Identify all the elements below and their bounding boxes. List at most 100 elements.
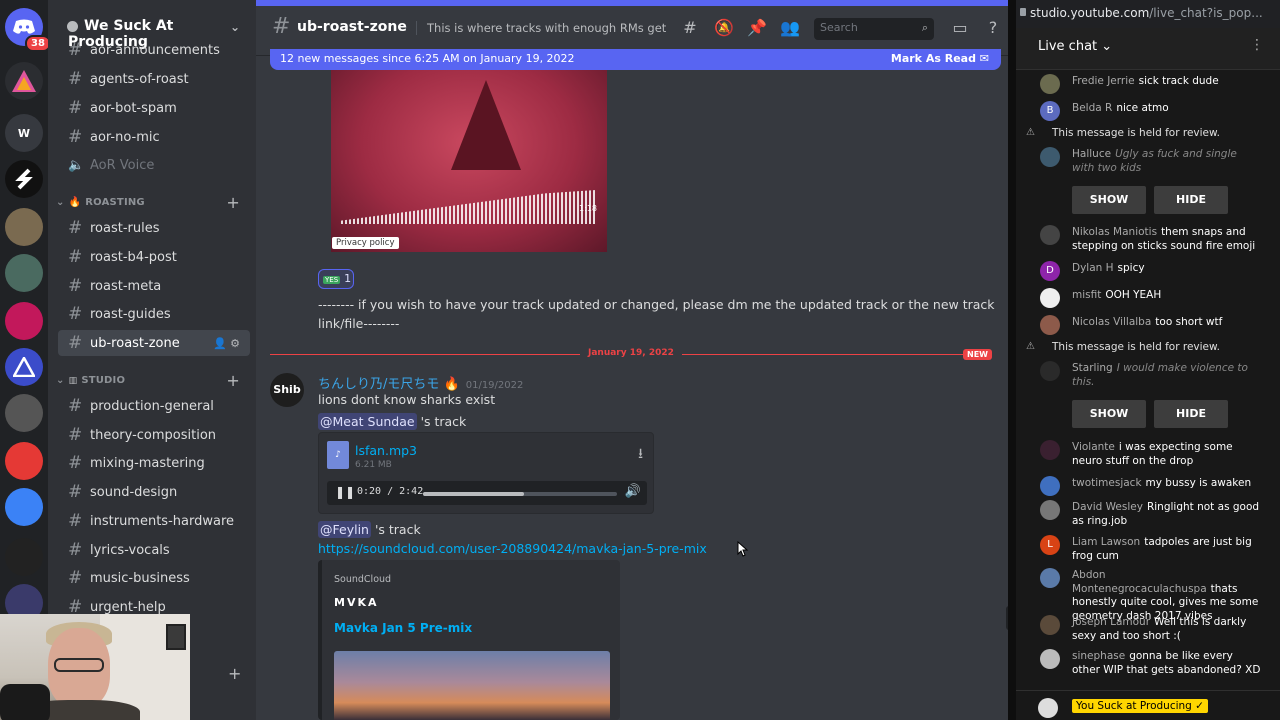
channel-instruments-hardware[interactable]: # instruments-hardware [58,508,250,534]
chat-author[interactable]: misfit [1072,289,1101,301]
user-mention[interactable]: @Meat Sundae [318,413,417,430]
server-icon-red[interactable] [5,442,43,480]
server-icon-s[interactable] [5,160,43,198]
category-roasting[interactable]: ⌄ 🔥 ROASTING + [56,193,246,212]
lock-icon [1020,8,1026,16]
chat-author[interactable]: Liam Lawson [1072,536,1140,548]
hash-icon: # [68,540,83,560]
channel-lyrics-vocals[interactable]: # lyrics-vocals [58,537,250,563]
channel-mixing-mastering[interactable]: # mixing-mastering [58,450,250,476]
browser-url-bar[interactable]: studio.youtube.com/live_chat?is_pop... [1016,0,1280,28]
chevron-down-icon: ⌄ [56,375,65,386]
add-channel-icon[interactable]: + [226,193,240,212]
pause-icon[interactable]: ❚❚ [335,485,355,499]
chat-author[interactable]: sinephase [1072,650,1125,662]
hide-button[interactable]: HIDE [1154,186,1228,214]
show-button[interactable]: SHOW [1072,186,1146,214]
volume-icon[interactable]: 🔊 [625,484,641,499]
invite-and-settings-icons[interactable]: 👤 ⚙ [213,337,240,350]
category-label: STUDIO [81,375,126,386]
avatar[interactable]: Shib [270,373,304,407]
server-icon-portrait[interactable] [5,208,43,246]
chat-author[interactable]: Halluce [1072,148,1111,160]
server-icon-blue-triangle[interactable] [5,348,43,386]
show-button[interactable]: SHOW [1072,400,1146,428]
user-mention[interactable]: @Feylin [318,521,371,538]
chat-author[interactable]: Starling [1072,362,1113,374]
chat-author[interactable]: Joseph Lamour [1072,616,1150,628]
audio-embed-artwork[interactable]: 1:18 [331,70,607,252]
server-icon-wave[interactable] [5,488,43,526]
chat-author[interactable]: Nicolas Villalba [1072,316,1151,328]
channel-ub-roast-zone[interactable]: # ub-roast-zone 👤 ⚙ [58,330,250,356]
channel-production-general[interactable]: # production-general [58,393,250,419]
server-icon-cube[interactable] [5,254,43,292]
chat-author[interactable]: Belda R [1072,102,1112,114]
chat-text: OOH YEAH [1105,289,1162,301]
message-author[interactable]: ちんしり乃/モ尺ちモ 🔥 01/19/2022 [318,373,523,392]
chat-composer: You Suck at Producing ✓ [1016,690,1280,720]
embed-title[interactable]: Mavka Jan 5 Pre-mix [334,621,472,635]
channel-topic[interactable]: This is where tracks with enough RMs get… [416,21,671,35]
live-chat-dropdown[interactable]: Live chat ⌄ [1038,39,1112,54]
inbox-icon[interactable]: ▭ [950,18,970,38]
channel-sound-design[interactable]: # sound-design [58,479,250,505]
member-list-icon[interactable]: 👥 [780,18,800,38]
avatar [1040,440,1060,460]
channel-roast-b4-post[interactable]: # roast-b4-post [58,244,250,270]
webcam-microphone [0,684,50,720]
embed-author[interactable]: MVKA [334,596,379,609]
chat-author[interactable]: twotimesjack [1072,477,1142,489]
channel-label: roast-guides [90,306,171,322]
audio-attachment: ♪ lsfan.mp3 6.21 MB ⭳ ❚❚ 0:20 / 2:42 🔊 [318,432,654,514]
chat-author[interactable]: David Wesley [1072,501,1143,513]
new-messages-bar[interactable]: 12 new messages since 6:25 AM on January… [270,49,1001,70]
reaction-yes[interactable]: YES 1 [318,269,354,289]
url-path: /live_chat?is_pop... [1149,6,1263,20]
category-studio[interactable]: ⌄ ▥ STUDIO + [56,371,246,390]
file-name-link[interactable]: lsfan.mp3 [355,443,417,458]
channel-aor-bot-spam[interactable]: # aor-bot-spam [58,95,250,121]
artwork-waveform [341,190,596,224]
more-options-icon[interactable]: ⋮ [1250,37,1264,53]
server-icon-w[interactable]: W [5,114,43,152]
server-icon-triangle[interactable] [5,62,43,100]
mute-bell-icon[interactable]: 🔕 [714,18,734,38]
channel-aor-announcements[interactable]: # aor-announcements [58,37,250,63]
channel-roast-guides[interactable]: # roast-guides [58,301,250,327]
avatar [1040,476,1060,496]
chat-author[interactable]: Fredie Jerrie [1072,75,1135,87]
channel-theory-composition[interactable]: # theory-composition [58,422,250,448]
channel-agents-of-roast[interactable]: # agents-of-roast [58,66,250,92]
avatar [1040,500,1060,520]
soundcloud-link[interactable]: https://soundcloud.com/user-208890424/ma… [318,541,707,556]
chat-author[interactable]: Violante [1072,441,1115,453]
channel-music-business[interactable]: # music-business [58,565,250,591]
chat-author[interactable]: Dylan H [1072,262,1114,274]
server-icon-grey[interactable] [5,394,43,432]
channel-badge[interactable]: You Suck at Producing ✓ [1072,699,1208,713]
channel-roast-rules[interactable]: # roast-rules [58,215,250,241]
pin-icon[interactable]: 📌 [747,18,767,38]
privacy-policy-link[interactable]: Privacy policy [332,237,399,249]
channel-roast-meta[interactable]: # roast-meta [58,273,250,299]
chat-author[interactable]: Nikolas Maniotis [1072,226,1157,238]
server-icon-dark[interactable] [5,538,43,576]
server-icon-pink[interactable] [5,302,43,340]
threads-icon[interactable]: # [680,18,700,38]
search-input[interactable]: Search ⌕ [814,18,934,40]
seek-bar[interactable] [423,492,617,496]
add-category-icon[interactable]: + [228,664,241,683]
new-messages-divider: January 19, 2022 NEW [270,348,992,360]
help-icon[interactable]: ? [983,18,1003,38]
hide-button[interactable]: HIDE [1154,400,1228,428]
channel-aor-no-mic[interactable]: # aor-no-mic [58,124,250,150]
download-icon[interactable]: ⭳ [638,443,643,467]
voice-channel-aor[interactable]: 🔈 AoR Voice [58,152,250,178]
add-channel-icon[interactable]: + [226,371,240,390]
embed-thumbnail[interactable] [334,651,610,720]
mark-as-read-button[interactable]: Mark As Read ✉ [891,52,989,65]
channel-label: urgent-help [90,599,166,615]
chat-author[interactable]: Abdon Montenegrocaculachuspa [1072,569,1207,595]
author-name: ちんしり乃/モ尺ちモ [318,377,440,392]
